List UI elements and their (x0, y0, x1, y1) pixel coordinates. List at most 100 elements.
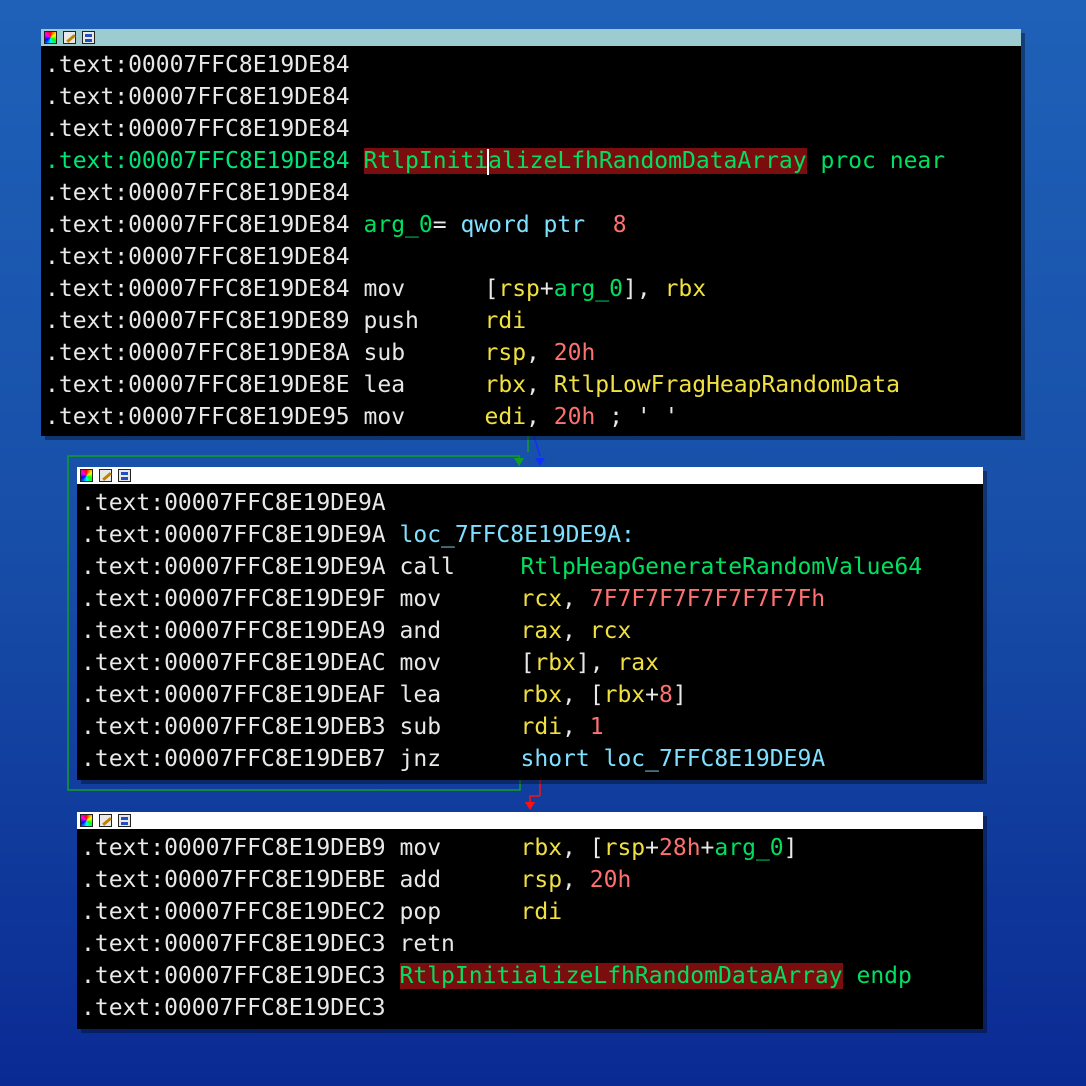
punct: [ (484, 276, 499, 302)
code-line[interactable]: .text:00007FFC8E19DEB7 jnz short loc_7FFC… (77, 743, 983, 775)
operand[interactable]: rsp, 20h (485, 340, 596, 366)
argument: arg_0 (714, 835, 784, 861)
argument: arg_0 (553, 276, 624, 302)
edge-arrowhead-red (525, 802, 535, 810)
operand[interactable]: rcx, 7F7F7F7F7F7F7F7Fh (521, 586, 826, 612)
edit-icon[interactable] (63, 31, 76, 44)
register: rsp (498, 276, 540, 302)
code-line[interactable]: .text:00007FFC8E19DE89 push rdi (41, 305, 1021, 337)
block-titlebar[interactable] (77, 467, 983, 484)
graph-icon[interactable] (82, 31, 95, 44)
loop-label[interactable]: loc_7FFC8E19DE9A: (400, 522, 635, 548)
edge-b1-b2 (533, 435, 541, 457)
code-line[interactable]: .text:00007FFC8E19DE9A loc_7FFC8E19DE9A: (77, 519, 983, 551)
punct: , (526, 372, 554, 398)
function-name-highlight[interactable]: RtlpInitializeLfhRandomDataArray (363, 148, 807, 175)
code-line[interactable]: .text:00007FFC8E19DEC3 (77, 992, 983, 1024)
code-line[interactable]: .text:00007FFC8E19DE84 (41, 81, 1021, 113)
code-line[interactable]: .text:00007FFC8E19DEC3 RtlpInitializeLfh… (77, 960, 983, 992)
punct: , (562, 867, 590, 893)
code-line[interactable]: .text:00007FFC8E19DEB3 sub rdi, 1 (77, 711, 983, 743)
punct: ], (575, 650, 618, 676)
code-line[interactable]: .text:00007FFC8E19DEA9 and rax, rcx (77, 615, 983, 647)
punct: ] (783, 835, 798, 861)
code-line[interactable]: .text:00007FFC8E19DE84 (41, 177, 1021, 209)
keyword: short (520, 746, 590, 772)
punct: , (562, 586, 590, 612)
register: rdi (520, 714, 563, 740)
palette-icon[interactable] (80, 814, 93, 827)
number: 20h (553, 404, 596, 430)
code-line[interactable]: .text:00007FFC8E19DE84 mov [rsp+arg_0], r… (41, 273, 1021, 305)
code-line[interactable]: .text:00007FFC8E19DE95 mov edi, 20h ; ' ' (41, 401, 1021, 433)
operand[interactable]: rbx, [rbx+8] (521, 682, 687, 708)
operand[interactable]: [rbx], rax (521, 650, 660, 676)
number: 7F7F7F7F7F7F7F7Fh (589, 586, 826, 612)
code-line[interactable]: .text:00007FFC8E19DEAC mov [rbx], rax (77, 647, 983, 679)
edit-icon[interactable] (99, 469, 112, 482)
code-line[interactable]: .text:00007FFC8E19DE9F mov rcx, 7F7F7F7F7… (77, 583, 983, 615)
operand[interactable]: rbx, RtlpLowFragHeapRandomData (485, 372, 900, 398)
code-line[interactable]: .text:00007FFC8E19DEB9 mov rbx, [rsp+28h+… (77, 832, 983, 864)
block-titlebar[interactable] (77, 812, 983, 829)
function-name-highlight[interactable]: RtlpInitializeLfhRandomDataArray (399, 963, 843, 989)
punct: , (562, 714, 590, 740)
block-titlebar[interactable] (41, 29, 1021, 46)
register: rsp (603, 835, 646, 861)
punct: ; ' ' (595, 404, 679, 430)
punct: , (562, 618, 590, 644)
code-block-entry[interactable]: .text:00007FFC8E19DE84 .text:00007FFC8E1… (41, 29, 1021, 436)
punct: ] (672, 682, 687, 708)
code-block-loop[interactable]: .text:00007FFC8E19DE9A .text:00007FFC8E1… (77, 467, 983, 780)
operand[interactable]: rax, rcx (521, 618, 632, 644)
symbol: RtlpHeapGenerateRandomValue64 (520, 554, 923, 580)
register: rbx (484, 372, 527, 398)
operand[interactable]: short loc_7FFC8E19DE9A (521, 746, 826, 772)
code-line[interactable]: .text:00007FFC8E19DE84 (41, 49, 1021, 81)
code-line[interactable]: .text:00007FFC8E19DEAF lea rbx, [rbx+8] (77, 679, 983, 711)
code-block-exit[interactable]: .text:00007FFC8E19DEB9 mov rbx, [rsp+28h+… (77, 812, 983, 1029)
punct: + (645, 682, 659, 708)
register: rbx (520, 682, 563, 708)
code-line[interactable]: .text:00007FFC8E19DEC2 pop rdi (77, 896, 983, 928)
register: rbx (664, 276, 707, 302)
operand[interactable]: rdi (521, 899, 563, 925)
code-line[interactable]: .text:00007FFC8E19DE84 arg_0= qword ptr … (41, 209, 1021, 241)
number: 28h (659, 835, 701, 861)
register: rbx (520, 835, 563, 861)
code-line[interactable]: .text:00007FFC8E19DE8A sub rsp, 20h (41, 337, 1021, 369)
graph-icon[interactable] (118, 814, 131, 827)
operand[interactable]: rdi (485, 308, 527, 334)
register: rsp (520, 867, 563, 893)
register: rbx (534, 650, 576, 676)
edit-icon[interactable] (99, 814, 112, 827)
code-line[interactable]: .text:00007FFC8E19DEBE add rsp, 20h (77, 864, 983, 896)
code-line[interactable]: .text:00007FFC8E19DE9A (77, 487, 983, 519)
operand[interactable]: RtlpHeapGenerateRandomValue64 (521, 554, 923, 580)
number: 20h (553, 340, 596, 366)
operand[interactable]: [rsp+arg_0], rbx (485, 276, 707, 302)
number: 1 (589, 714, 604, 740)
code-line[interactable]: .text:00007FFC8E19DE84 (41, 113, 1021, 145)
punct: , (526, 404, 554, 430)
graph-icon[interactable] (118, 469, 131, 482)
punct: , [ (562, 682, 604, 708)
operand[interactable]: edi, 20h ; ' ' (485, 404, 679, 430)
register: rbx (603, 682, 646, 708)
code-line[interactable]: .text:00007FFC8E19DE8E lea rbx, RtlpLowFr… (41, 369, 1021, 401)
edge-arrowhead-blue (535, 458, 545, 466)
register: rsp (484, 340, 527, 366)
palette-icon[interactable] (44, 31, 57, 44)
register: edi (484, 404, 527, 430)
palette-icon[interactable] (80, 469, 93, 482)
operand[interactable]: rbx, [rsp+28h+arg_0] (521, 835, 798, 861)
code-line[interactable]: .text:00007FFC8E19DEC3 retn (77, 928, 983, 960)
register: rax (617, 650, 659, 676)
punct: ], (623, 276, 665, 302)
code-line[interactable]: .text:00007FFC8E19DE84 (41, 241, 1021, 273)
code-line[interactable]: .text:00007FFC8E19DE9A call RtlpHeapGener… (77, 551, 983, 583)
punct: + (539, 276, 554, 302)
operand[interactable]: rdi, 1 (521, 714, 604, 740)
code-line-current[interactable]: .text:00007FFC8E19DE84 RtlpInitializeLfh… (41, 145, 1021, 177)
operand[interactable]: rsp, 20h (521, 867, 632, 893)
